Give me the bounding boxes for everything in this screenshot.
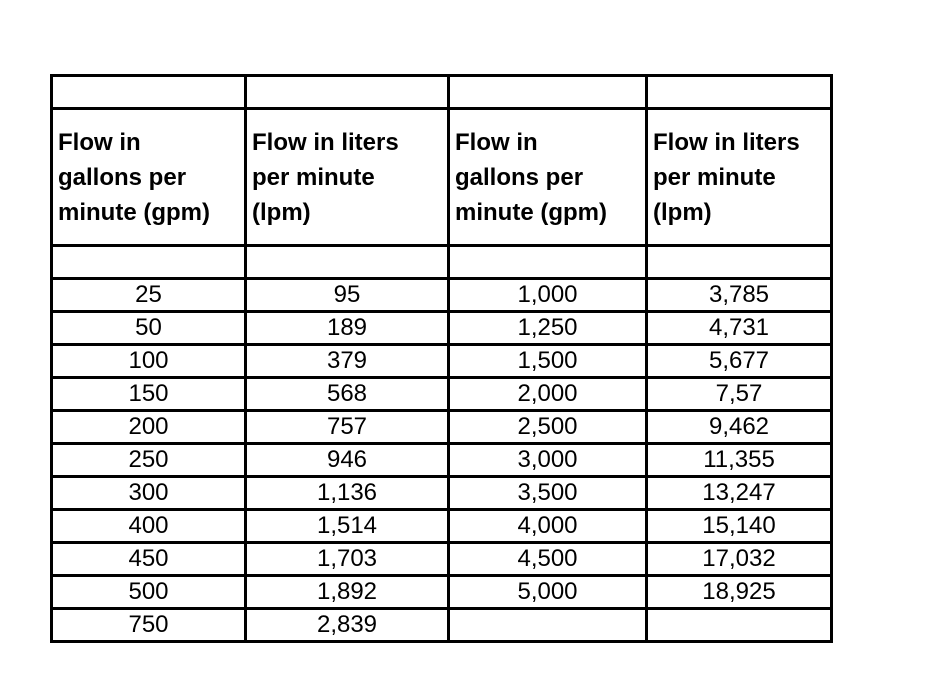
gpm-right-cell: 4,500 (447, 541, 648, 577)
lpm-left-cell: 2,839 (244, 607, 450, 643)
blank-cell (50, 74, 247, 110)
lpm-right-cell: 3,785 (645, 277, 833, 313)
lpm-left-cell: 946 (244, 442, 450, 478)
lpm-right-cell: 9,462 (645, 409, 833, 445)
gpm-left-cell: 250 (50, 442, 247, 478)
table-row: 500 1,892 5,000 18,925 (50, 574, 833, 610)
lpm-left-cell: 1,703 (244, 541, 450, 577)
table-row: 200 757 2,500 9,462 (50, 409, 833, 445)
blank-cell (244, 74, 450, 110)
lpm-right-cell (645, 607, 833, 643)
header-lpm-right: Flow in liters per minute (lpm) (645, 107, 833, 247)
gpm-left-cell: 500 (50, 574, 247, 610)
lpm-right-cell: 13,247 (645, 475, 833, 511)
blank-cell (645, 74, 833, 110)
gpm-left-cell: 400 (50, 508, 247, 544)
header-gpm-right: Flow in gallons per minute (gpm) (447, 107, 648, 247)
gpm-right-cell: 1,000 (447, 277, 648, 313)
blank-cell (447, 244, 648, 280)
gpm-left-cell: 100 (50, 343, 247, 379)
blank-top-row (50, 74, 833, 110)
table-row: 25 95 1,000 3,785 (50, 277, 833, 313)
table-row: 250 946 3,000 11,355 (50, 442, 833, 478)
gpm-right-cell: 5,000 (447, 574, 648, 610)
lpm-left-cell: 189 (244, 310, 450, 346)
lpm-left-cell: 1,892 (244, 574, 450, 610)
lpm-right-cell: 7,57 (645, 376, 833, 412)
header-gpm-left: Flow in gallons per minute (gpm) (50, 107, 247, 247)
blank-cell (244, 244, 450, 280)
gpm-right-cell: 3,000 (447, 442, 648, 478)
lpm-left-cell: 379 (244, 343, 450, 379)
lpm-left-cell: 95 (244, 277, 450, 313)
gpm-right-cell: 1,250 (447, 310, 648, 346)
lpm-left-cell: 1,514 (244, 508, 450, 544)
gpm-left-cell: 450 (50, 541, 247, 577)
gpm-left-cell: 150 (50, 376, 247, 412)
table-row: 400 1,514 4,000 15,140 (50, 508, 833, 544)
table-row: 300 1,136 3,500 13,247 (50, 475, 833, 511)
gpm-right-cell: 2,500 (447, 409, 648, 445)
gpm-left-cell: 200 (50, 409, 247, 445)
lpm-left-cell: 757 (244, 409, 450, 445)
lpm-right-cell: 17,032 (645, 541, 833, 577)
table-row: 50 189 1,250 4,731 (50, 310, 833, 346)
gpm-right-cell: 4,000 (447, 508, 648, 544)
gpm-right-cell (447, 607, 648, 643)
blank-cell (50, 244, 247, 280)
header-lpm-left: Flow in liters per minute (lpm) (244, 107, 450, 247)
gpm-right-cell: 2,000 (447, 376, 648, 412)
table-row: 100 379 1,500 5,677 (50, 343, 833, 379)
header-row: Flow in gallons per minute (gpm) Flow in… (50, 107, 833, 247)
gpm-left-cell: 50 (50, 310, 247, 346)
lpm-left-cell: 568 (244, 376, 450, 412)
lpm-right-cell: 15,140 (645, 508, 833, 544)
lpm-left-cell: 1,136 (244, 475, 450, 511)
data-rows: 25 95 1,000 3,785 50 189 1,250 4,731 100 379 1,500… (50, 277, 833, 643)
lpm-right-cell: 4,731 (645, 310, 833, 346)
gpm-left-cell: 300 (50, 475, 247, 511)
gpm-left-cell: 25 (50, 277, 247, 313)
blank-spacer-row (50, 244, 833, 280)
blank-cell (447, 74, 648, 110)
table-row: 750 2,839 (50, 607, 833, 643)
lpm-right-cell: 11,355 (645, 442, 833, 478)
gpm-right-cell: 3,500 (447, 475, 648, 511)
table-row: 450 1,703 4,500 17,032 (50, 541, 833, 577)
gpm-right-cell: 1,500 (447, 343, 648, 379)
table-row: 150 568 2,000 7,57 (50, 376, 833, 412)
lpm-right-cell: 5,677 (645, 343, 833, 379)
lpm-right-cell: 18,925 (645, 574, 833, 610)
gpm-to-lpm-conversion-table: Flow in gallons per minute (gpm) Flow in… (50, 74, 833, 643)
gpm-left-cell: 750 (50, 607, 247, 643)
blank-cell (645, 244, 833, 280)
